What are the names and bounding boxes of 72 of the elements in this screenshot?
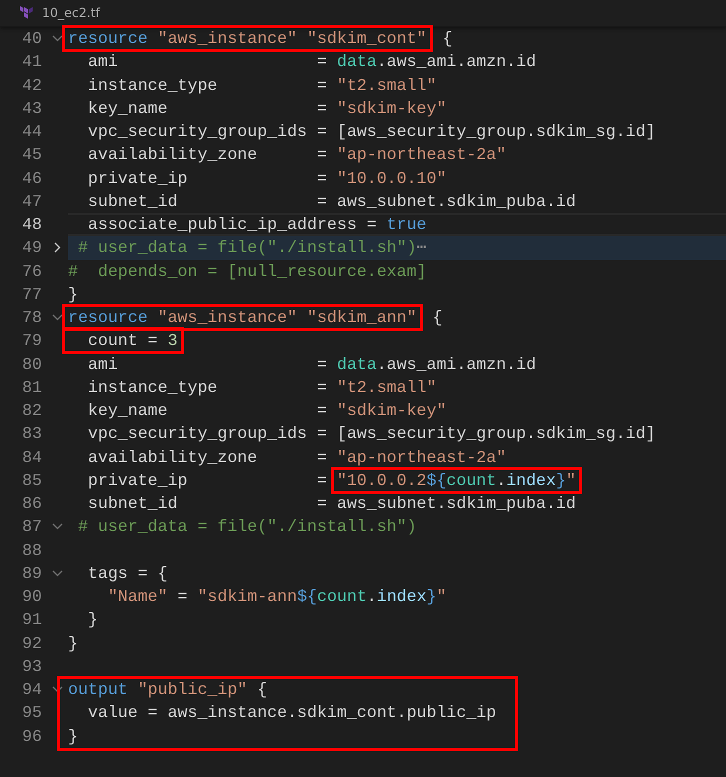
code-text: ami = data.aws_ami.amzn.id — [86, 51, 536, 74]
code-text: { — [441, 28, 452, 50]
code-text: private_ip = — [86, 470, 328, 492]
line-number: 81 — [21, 376, 42, 399]
code-text: subnet_id = aws_subnet.sdkim_puba.id — [86, 493, 576, 515]
code-text: key_name = "sdkim-key" — [86, 98, 446, 120]
highlight-box: count = 3 — [62, 327, 184, 354]
code-text: } — [86, 609, 98, 632]
line-number: 48 — [21, 214, 42, 236]
code-text: # user_data = file("./install.sh") — [76, 516, 417, 538]
code-text: instance_type = "t2.small" — [86, 376, 436, 399]
code-text: vpc_security_group_ids = [aws_security_group.sdkim_sg.id] — [86, 121, 656, 143]
code-text: output "public_ip" { — [68, 679, 268, 701]
code-text: { — [432, 307, 442, 329]
line-number: 45 — [21, 144, 42, 166]
line-number: 95 — [21, 702, 42, 724]
code-text: ami = data.aws_ami.amzn.id — [86, 354, 536, 376]
code-text: } — [68, 726, 78, 748]
line-number: 91 — [21, 609, 42, 632]
fold-chevron-icon[interactable] — [52, 686, 62, 694]
line-number: 90 — [21, 586, 42, 608]
line-number: 93 — [21, 656, 42, 678]
code-text: associate_public_ip_address = true — [86, 214, 426, 236]
terraform-icon — [20, 6, 34, 20]
line-number: 44 — [21, 121, 42, 143]
line-number: 83 — [21, 423, 42, 446]
line-number: 77 — [21, 284, 42, 306]
fold-ellipsis[interactable]: ⋯ — [416, 236, 427, 260]
line-number: 87 — [21, 516, 42, 538]
line-number: 84 — [21, 446, 42, 468]
line-number: 85 — [21, 470, 42, 492]
code-text: value = aws_instance.sdkim_cont.public_ip — [86, 702, 496, 724]
line-number: 82 — [21, 400, 42, 422]
code-text: # user_data = file("./install.sh") — [76, 237, 417, 260]
line-number: 80 — [21, 354, 42, 376]
line-number: 88 — [21, 540, 42, 562]
fold-chevron-icon[interactable] — [52, 570, 62, 577]
line-number: 46 — [21, 168, 42, 190]
code-text: vpc_security_group_ids = [aws_security_group.sdkim_sg.id] — [86, 423, 656, 446]
line-number: 92 — [21, 632, 42, 654]
highlight-box: "10.0.0.2${count.index}" — [330, 466, 582, 494]
fold-chevron-icon[interactable] — [52, 35, 62, 42]
code-text: } — [68, 284, 78, 306]
code-text: subnet_id = aws_subnet.sdkim_puba.id — [86, 190, 576, 213]
line-number: 78 — [21, 307, 42, 329]
code-text: availability_zone = "ap-northeast-2a" — [86, 144, 506, 166]
line-number: 40 — [21, 28, 42, 50]
unfold-chevron-icon[interactable] — [54, 242, 60, 254]
highlight-box: resource "aws_instance" "sdkim_cont" — [62, 25, 432, 52]
code-text: private_ip = "10.0.0.10" — [86, 168, 446, 190]
line-number: 49 — [21, 237, 42, 260]
line-number: 41 — [21, 51, 42, 74]
code-text: "Name" = "sdkim-ann${count.index}" — [106, 586, 446, 608]
line-number: 94 — [21, 679, 42, 701]
code-text: availability_zone = "ap-northeast-2a" — [86, 446, 506, 468]
line-number: 42 — [21, 74, 42, 96]
fold-chevron-icon[interactable] — [52, 314, 62, 322]
line-number: 96 — [21, 726, 42, 748]
code-text: tags = { — [86, 562, 168, 585]
highlight-box: resource "aws_instance" "sdkim_ann" — [62, 304, 423, 332]
fold-chevron-icon[interactable] — [52, 523, 62, 530]
line-number: 89 — [21, 562, 42, 585]
code-text: key_name = "sdkim-key" — [86, 400, 446, 422]
code-text: instance_type = "t2.small" — [86, 74, 436, 96]
code-text: # depends_on = [null_resource.exam] — [68, 260, 426, 282]
line-number: 47 — [21, 190, 42, 213]
file-tab[interactable]: 10_ec2.tf — [42, 4, 100, 22]
code-text: } — [68, 632, 78, 654]
line-number: 79 — [21, 330, 42, 352]
line-number: 76 — [21, 260, 42, 282]
line-number: 86 — [21, 493, 42, 515]
line-number: 43 — [21, 98, 42, 120]
